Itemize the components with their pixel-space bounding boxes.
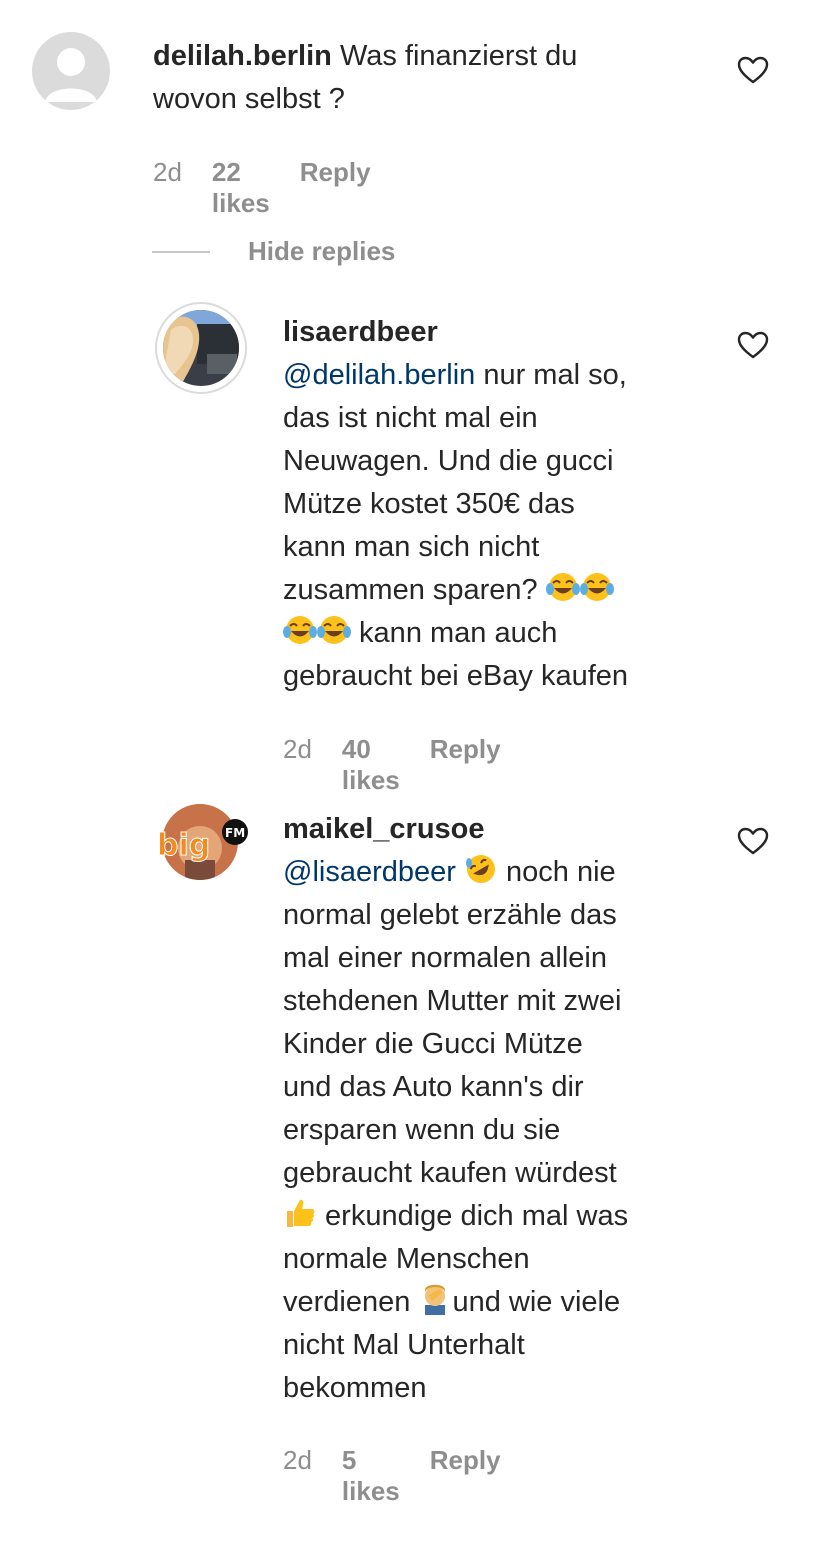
comment-body-line: gebraucht kaufen würdest bbox=[283, 1157, 617, 1189]
comment-body: nur mal so, bbox=[475, 359, 627, 391]
tears-of-joy-emoji-icon bbox=[579, 573, 614, 601]
mention-link[interactable]: @lisaerdbeer bbox=[283, 856, 456, 888]
comment-body-line: Mütze kostet 350€ das bbox=[283, 488, 575, 520]
comment-body-line: kann man auch bbox=[351, 617, 558, 649]
comment-body: Was finanzierst du bbox=[339, 40, 578, 72]
comment-body-line: erkundige dich mal was bbox=[317, 1200, 629, 1232]
comment-body-line: kann man sich nicht bbox=[283, 531, 540, 563]
facepalm-emoji-icon bbox=[425, 1284, 446, 1315]
comment-body-line: ersparen wenn du sie bbox=[283, 1114, 561, 1146]
comment-meta: 2d 40 likes Reply bbox=[283, 734, 501, 796]
avatar[interactable] bbox=[155, 302, 247, 394]
tears-of-joy-emoji-icon bbox=[283, 616, 317, 644]
reply-button[interactable]: Reply bbox=[430, 734, 501, 796]
comment-text: lisaerdbeer @delilah.berlin nur mal so, … bbox=[283, 311, 723, 698]
comment-username[interactable]: lisaerdbeer bbox=[283, 316, 438, 348]
comment-time[interactable]: 2d bbox=[153, 157, 182, 219]
hide-replies-toggle[interactable]: Hide replies bbox=[152, 236, 395, 267]
default-avatar-icon bbox=[45, 48, 97, 102]
like-heart-icon[interactable] bbox=[737, 55, 769, 85]
rolling-laughing-emoji-icon bbox=[465, 855, 495, 883]
comment-likes[interactable]: 40 likes bbox=[342, 734, 400, 796]
avatar[interactable] bbox=[32, 32, 110, 110]
comment-body-line: Kinder die Gucci Mütze bbox=[283, 1028, 583, 1060]
comment-body-line: bekommen bbox=[283, 1372, 427, 1404]
comment-body-line: nicht Mal Unterhalt bbox=[283, 1329, 525, 1361]
comment-body-line: normal gelebt erzähle das bbox=[283, 899, 617, 931]
mention-link[interactable]: @delilah.berlin bbox=[283, 359, 475, 391]
tears-of-joy-emoji-icon bbox=[545, 573, 580, 601]
comment-username[interactable]: delilah.berlin bbox=[153, 40, 332, 72]
comment-text: maikel_crusoe @lisaerdbeer noch nie norm… bbox=[283, 808, 723, 1410]
comment-body-line: mal einer normalen allein bbox=[283, 942, 607, 974]
reply-button[interactable]: Reply bbox=[300, 157, 371, 219]
comment-body-line: das ist nicht mal ein bbox=[283, 402, 538, 434]
comment-body-line: normale Menschen bbox=[283, 1243, 530, 1275]
like-heart-icon[interactable] bbox=[737, 826, 769, 856]
comment-body: noch nie bbox=[497, 856, 616, 888]
tears-of-joy-emoji-icon bbox=[317, 616, 351, 644]
comment-body-line: Neuwagen. Und die gucci bbox=[283, 445, 614, 477]
comment-body-line: und das Auto kann's dir bbox=[283, 1071, 584, 1103]
comment-time[interactable]: 2d bbox=[283, 1445, 312, 1507]
comment-body-line: gebraucht bei eBay kaufen bbox=[283, 660, 629, 692]
comment-meta: 2d 22 likes Reply bbox=[153, 157, 371, 219]
reply-button[interactable]: Reply bbox=[430, 1445, 501, 1507]
comment-time[interactable]: 2d bbox=[283, 734, 312, 796]
comment-body-line: stehdenen Mutter mit zwei bbox=[283, 985, 622, 1017]
comment-username[interactable]: maikel_crusoe bbox=[283, 813, 485, 845]
comment-body-line: wovon selbst ? bbox=[153, 83, 345, 115]
thumbs-up-emoji-icon bbox=[287, 1199, 315, 1227]
avatar-badge-text: big bbox=[157, 828, 210, 863]
avatar[interactable]: big FM bbox=[155, 800, 250, 885]
bigfm-avatar-icon: big FM bbox=[157, 804, 248, 880]
comment-text: delilah.berlin Was finanzierst du wovon … bbox=[153, 35, 713, 121]
like-heart-icon[interactable] bbox=[737, 330, 769, 360]
comment-body-line: und wie viele bbox=[452, 1286, 621, 1318]
comment-body-line: zusammen sparen? bbox=[283, 574, 546, 606]
hide-replies-label[interactable]: Hide replies bbox=[248, 236, 395, 267]
avatar-badge-fm: FM bbox=[225, 826, 245, 840]
comment-meta: 2d 5 likes Reply bbox=[283, 1445, 501, 1507]
comment-body-line: verdienen bbox=[283, 1286, 419, 1318]
comment-likes[interactable]: 22 likes bbox=[212, 157, 270, 219]
divider-line bbox=[152, 250, 210, 253]
comment-likes[interactable]: 5 likes bbox=[342, 1445, 400, 1507]
profile-photo-icon bbox=[163, 310, 239, 386]
